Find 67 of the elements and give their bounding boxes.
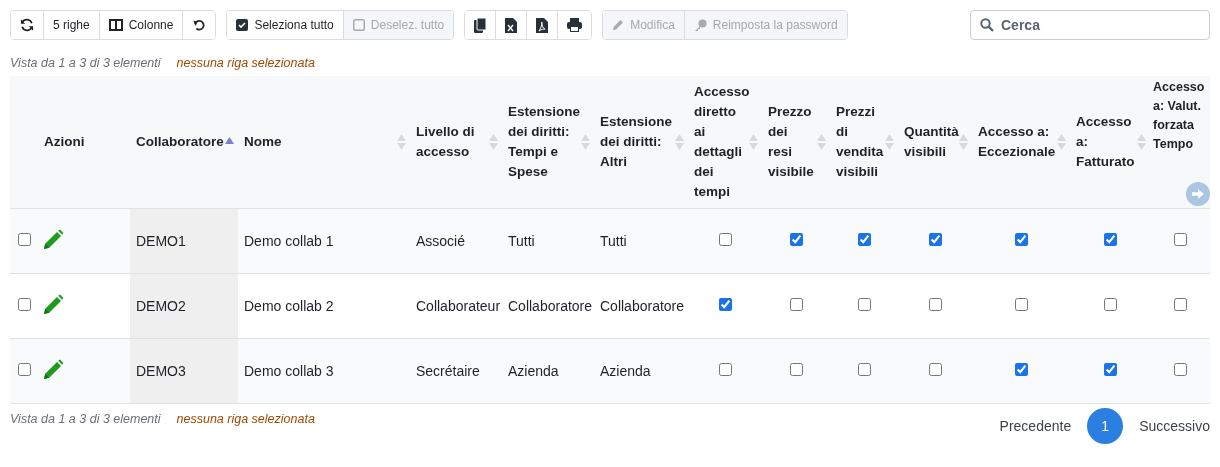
refresh-icon (20, 18, 34, 32)
table-cell: Associé (416, 233, 466, 249)
permission-checkbox[interactable] (1103, 233, 1117, 246)
row-checkbox[interactable] (17, 363, 31, 376)
permission-checkbox[interactable] (718, 363, 732, 376)
permission-checkbox[interactable] (789, 363, 803, 376)
selection-status: nessuna riga selezionata (176, 56, 315, 70)
next-page-link[interactable]: Successivo (1139, 418, 1210, 434)
record-count: Vista da 1 a 3 di 3 elementi (10, 56, 161, 70)
pencil-icon[interactable] (42, 293, 64, 316)
print-icon (567, 18, 583, 32)
column-header[interactable]: Nome (244, 132, 282, 152)
search-field[interactable]: Cerca (970, 10, 1210, 40)
table-cell: DEMO1 (136, 233, 186, 249)
table-cell: Demo collab 2 (244, 298, 334, 314)
permission-checkbox[interactable] (789, 298, 803, 311)
columns-icon (108, 19, 123, 31)
table-cell: Demo collab 3 (244, 363, 334, 379)
table-cell: Tutti (600, 233, 627, 249)
permission-checkbox[interactable] (928, 298, 942, 311)
permission-checkbox[interactable] (857, 363, 871, 376)
permission-checkbox[interactable] (1014, 298, 1028, 311)
permission-checkbox[interactable] (857, 233, 871, 246)
permission-checkbox[interactable] (1103, 363, 1117, 376)
permission-checkbox[interactable] (928, 363, 942, 376)
table-cell: Azienda (600, 363, 651, 379)
excel-file-icon (505, 17, 518, 33)
permission-checkbox[interactable] (928, 233, 942, 246)
permission-checkbox[interactable] (1173, 298, 1187, 311)
copy-icon (474, 17, 487, 33)
reset-button[interactable] (182, 11, 216, 39)
permission-checkbox[interactable] (857, 298, 871, 311)
previous-page-link[interactable]: Precedente (999, 418, 1072, 434)
column-header: Azioni (44, 133, 86, 151)
table-cell: Azienda (508, 363, 559, 379)
table-cell: Demo collab 1 (244, 233, 334, 249)
selection-status: nessuna riga selezionata (176, 412, 315, 426)
permission-checkbox[interactable] (1173, 363, 1187, 376)
pencil-icon[interactable] (42, 358, 64, 381)
permission-checkbox[interactable] (789, 233, 803, 246)
table-cell: Collaboratore (600, 298, 685, 314)
table-cell: Secrétaire (416, 363, 480, 379)
table-cell: DEMO2 (136, 298, 186, 314)
key-icon (693, 18, 707, 32)
table-cell: Collaborateur (416, 298, 501, 314)
permission-checkbox[interactable] (1014, 363, 1028, 376)
permission-checkbox[interactable] (1103, 298, 1117, 311)
undo-icon (192, 18, 207, 32)
permission-checkbox[interactable] (1014, 233, 1028, 246)
permission-checkbox[interactable] (718, 298, 732, 311)
pencil-icon[interactable] (42, 228, 64, 251)
checkbox-icon (236, 19, 249, 31)
checkbox-icon (352, 19, 365, 31)
table-cell: Tutti (508, 233, 535, 249)
permission-checkbox[interactable] (718, 233, 732, 246)
arrow-right-icon (1192, 189, 1204, 199)
table-cell: Collaboratore (508, 298, 593, 314)
record-count: Vista da 1 a 3 di 3 elementi (10, 412, 161, 426)
row-checkbox[interactable] (17, 298, 31, 311)
print-button[interactable] (557, 11, 592, 39)
pdf-file-icon (536, 17, 549, 33)
column-header: Accesso a: Valut. forzata Tempo (1153, 79, 1206, 153)
row-checkbox[interactable] (17, 233, 31, 246)
pencil-icon (612, 19, 625, 31)
table-cell: DEMO3 (136, 363, 186, 379)
page-button[interactable]: 1 (1087, 408, 1124, 444)
permission-checkbox[interactable] (1173, 233, 1187, 246)
